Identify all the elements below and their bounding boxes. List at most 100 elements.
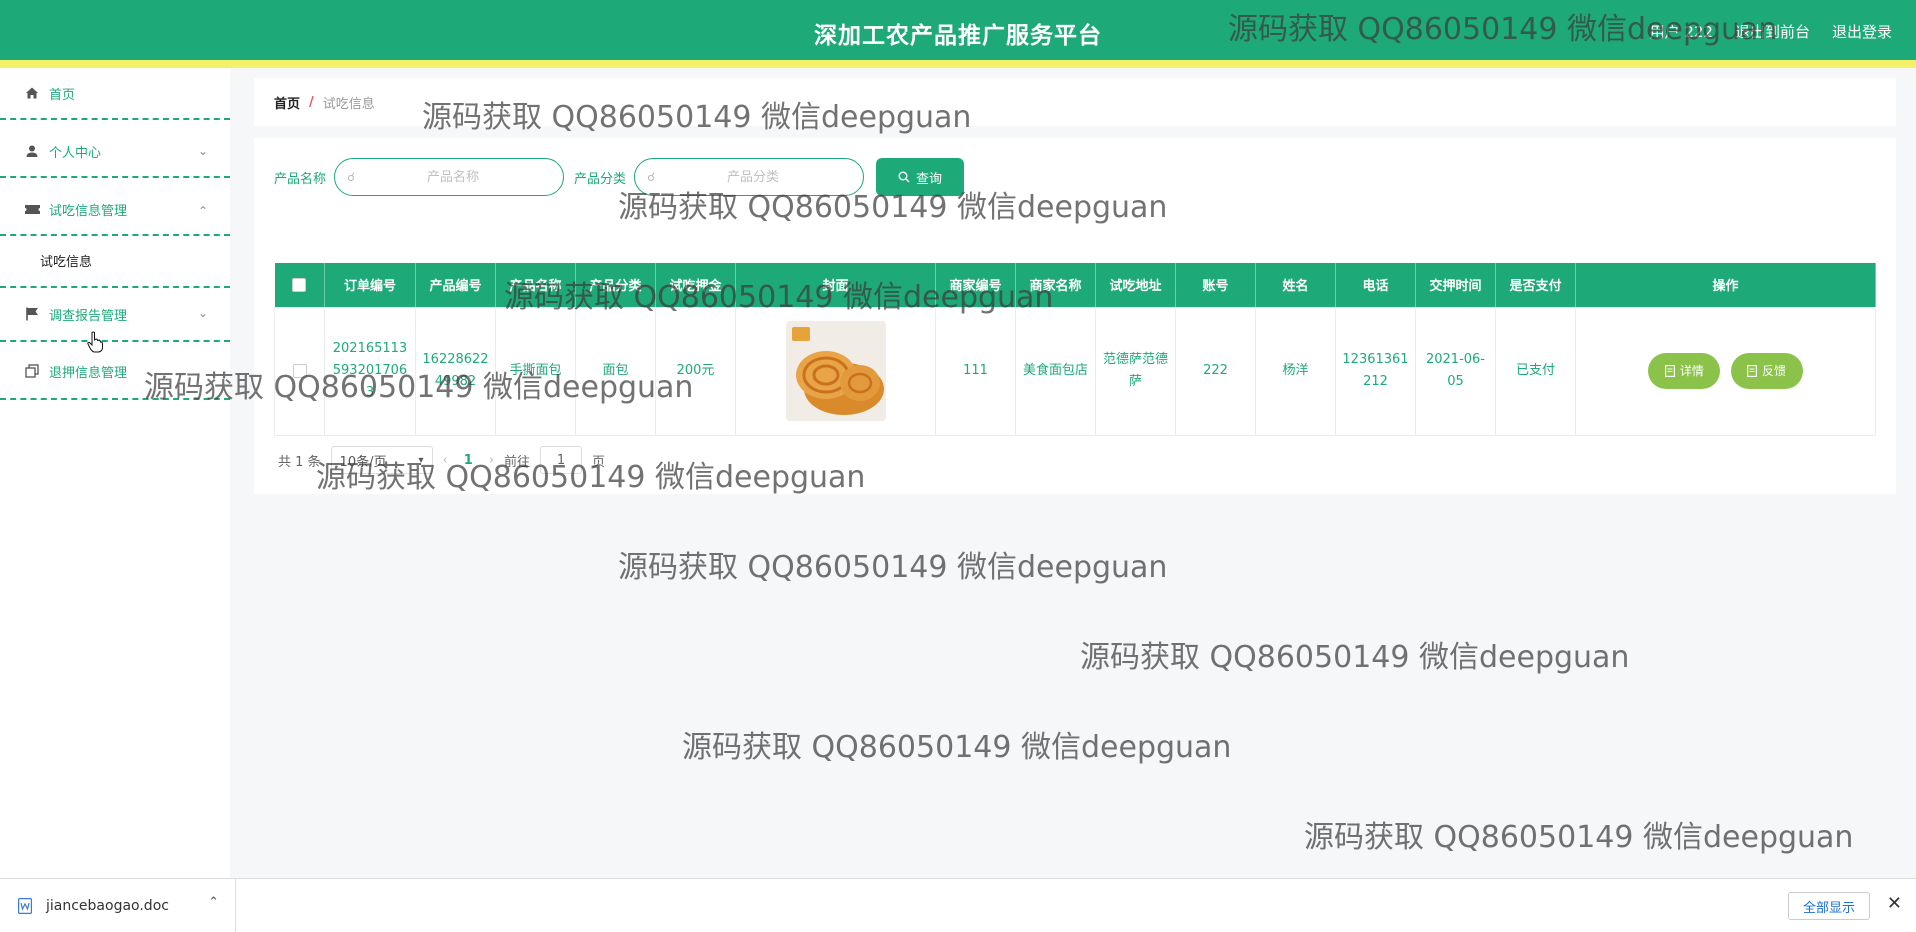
column-header: 商家编号	[935, 263, 1016, 307]
column-header: 产品名称	[495, 263, 576, 307]
column-header: 姓名	[1255, 263, 1336, 307]
product-name-label: 产品名称	[274, 171, 327, 187]
chevron-down-icon: ⌄	[197, 144, 208, 158]
row-checkbox[interactable]	[292, 363, 307, 378]
site-title: 深加工农产品推广服务平台	[814, 23, 1102, 49]
product-name-input[interactable]	[355, 169, 552, 185]
column-header: 是否支付	[1495, 263, 1576, 307]
feedback-button[interactable]: 反馈	[1730, 353, 1803, 389]
chevron-up-icon[interactable]: ⌃	[208, 895, 219, 910]
column-header: 电话	[1335, 263, 1416, 307]
flag-icon	[24, 306, 40, 322]
word-file-icon	[18, 897, 32, 914]
header-stripe	[0, 60, 1916, 68]
sidebar-subitem-trial-info[interactable]: 试吃信息	[0, 236, 230, 284]
sidebar-item-label: 试吃信息管理	[49, 203, 128, 219]
watermark: 源码获取 QQ86050149 微信deepguan	[1080, 640, 1630, 675]
show-all-button[interactable]: 全部显示	[1787, 892, 1870, 920]
sidebar-item-personal-center[interactable]: 个人中心 ⌄	[0, 126, 230, 178]
sidebar-item-trial-management[interactable]: 试吃信息管理 ⌃	[0, 184, 230, 236]
search-row: 产品名称 ☌ 产品分类 ☌ 查询	[274, 158, 965, 196]
detail-button-label: 详情	[1679, 364, 1704, 378]
phone-cell: 12361361212	[1335, 306, 1416, 436]
watermark: 源码获取 QQ86050149 微信deepguan	[618, 550, 1168, 585]
trial-info-table: 订单编号 产品编号 产品名称 产品分类 试吃押金 封面 商家编号 商家名称 试吃…	[274, 263, 1876, 436]
sidebar-item-home[interactable]: 首页	[0, 68, 230, 120]
chevron-down-icon: ⌄	[197, 306, 208, 320]
sidebar-item-label: 调查报告管理	[49, 308, 128, 324]
column-header: 订单编号	[324, 263, 416, 307]
goto-page-input[interactable]: 1	[540, 446, 583, 474]
detail-button[interactable]: 详情	[1648, 353, 1721, 389]
product-category-field[interactable]: ☌	[634, 158, 865, 196]
logout-link[interactable]: 退出登录	[1832, 21, 1892, 42]
hand-cursor-icon	[87, 331, 103, 353]
paid-status-cell: 已支付	[1495, 306, 1576, 436]
column-header: 试吃地址	[1095, 263, 1176, 307]
select-all-header[interactable]	[274, 263, 325, 307]
download-file-name: jiancebaogao.doc	[46, 897, 169, 914]
user-icon	[24, 143, 40, 159]
user-area: 用户 222 退出到前台 退出登录	[1650, 21, 1892, 42]
actions-cell: 详情 反馈	[1575, 306, 1876, 436]
copy-icon	[24, 363, 40, 379]
prev-page-icon[interactable]: ‹	[443, 453, 448, 468]
column-header: 产品编号	[415, 263, 496, 307]
column-header: 账号	[1175, 263, 1256, 307]
chevron-up-icon: ⌃	[197, 204, 208, 218]
order-no-cell: 2021651135932017063	[324, 306, 416, 436]
product-name-field[interactable]: ☌	[334, 158, 565, 196]
product-category-input[interactable]	[655, 169, 852, 185]
feedback-button-label: 反馈	[1762, 364, 1787, 378]
watermark: 源码获取 QQ86050149 微信deepguan	[682, 730, 1232, 765]
download-bar: jiancebaogao.doc ⌃ 全部显示 ✕	[0, 878, 1916, 932]
home-icon	[24, 85, 40, 101]
product-no-cell: 1622862249982	[415, 306, 496, 436]
close-icon[interactable]: ✕	[1887, 893, 1902, 914]
query-button-label: 查询	[916, 171, 943, 187]
download-item[interactable]: jiancebaogao.doc ⌃	[0, 878, 236, 932]
column-header: 操作	[1575, 263, 1876, 307]
sidebar-item-survey-management[interactable]: 调查报告管理 ⌄	[0, 286, 230, 342]
next-page-icon[interactable]: ›	[489, 453, 494, 468]
user-name: 用户 222	[1649, 23, 1713, 41]
merchant-no-cell: 111	[935, 306, 1016, 436]
cover-cell	[735, 306, 936, 436]
name-cell: 杨洋	[1255, 306, 1336, 436]
query-button[interactable]: 查询	[876, 158, 965, 196]
goto-label: 前往	[504, 454, 531, 470]
top-header: 深加工农产品推广服务平台 用户 222 退出到前台 退出登录	[0, 0, 1916, 68]
search-icon: ☌	[647, 170, 656, 184]
watermark: 源码获取 QQ86050149 微信deepguan	[1304, 820, 1854, 855]
back-to-front-link[interactable]: 退出到前台	[1735, 21, 1810, 42]
total-count: 共 1 条	[278, 454, 321, 470]
table-row: 2021651135932017063 1622862249982 手撕面包 面…	[274, 306, 1876, 436]
sidebar-subitem-label: 试吃信息	[40, 254, 93, 270]
page-size-value: 10条/页	[339, 454, 387, 470]
chevron-down-icon: ▾	[418, 454, 424, 466]
breadcrumb-separator: /	[309, 94, 314, 110]
breadcrumb-home[interactable]: 首页	[274, 93, 300, 112]
breadcrumb-current: 试吃信息	[322, 96, 375, 112]
sidebar-item-refund-management[interactable]: 退押信息管理	[0, 344, 230, 400]
account-cell: 222	[1175, 306, 1256, 436]
current-page[interactable]: 1	[458, 453, 479, 468]
search-icon	[898, 171, 910, 183]
main-panel: 产品名称 ☌ 产品分类 ☌ 查询 订单编号 产品编号 产品名称 产品分类 试吃押…	[254, 138, 1896, 494]
document-icon	[1664, 365, 1675, 377]
column-header: 封面	[735, 263, 936, 307]
category-cell: 面包	[575, 306, 656, 436]
column-header: 产品分类	[575, 263, 656, 307]
select-all-checkbox[interactable]	[292, 277, 307, 292]
search-icon: ☌	[347, 170, 356, 184]
column-header: 交押时间	[1415, 263, 1496, 307]
product-name-cell: 手撕面包	[495, 306, 576, 436]
address-cell: 范德萨范德萨	[1095, 306, 1176, 436]
deposit-cell: 200元	[655, 306, 736, 436]
column-header: 商家名称	[1015, 263, 1096, 307]
pagination: 共 1 条 10条/页 ▾ ‹ 1 › 前往 1 页	[278, 446, 605, 474]
row-select-cell[interactable]	[274, 306, 325, 436]
page-size-select[interactable]: 10条/页 ▾	[330, 446, 433, 474]
page-unit-label: 页	[592, 454, 606, 470]
product-category-label: 产品分类	[574, 171, 627, 187]
